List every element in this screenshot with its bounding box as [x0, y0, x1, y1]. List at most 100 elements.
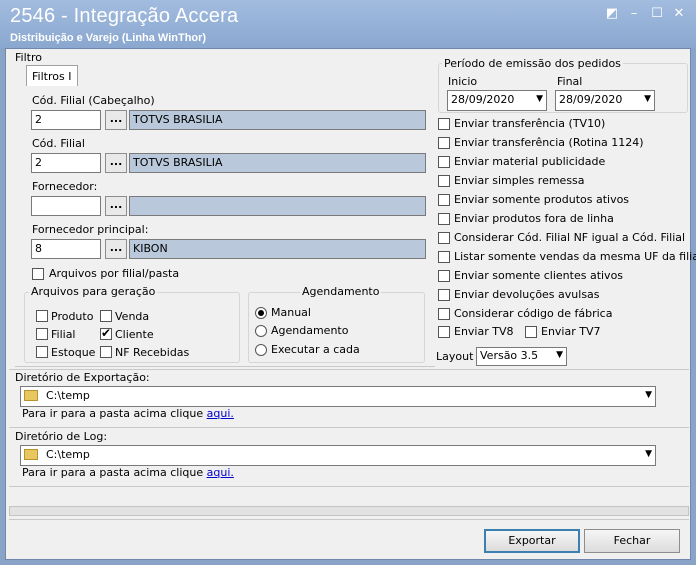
enviar-tv8-checkbox[interactable]: [438, 326, 450, 338]
fornecedor-principal-lookup-button[interactable]: ...: [105, 239, 127, 259]
layout-value: Versão 3.5: [480, 349, 539, 362]
dir-log-path: C:\temp: [46, 448, 90, 461]
nf-recebidas-label: NF Recebidas: [115, 346, 190, 359]
option-checkbox[interactable]: [438, 137, 450, 149]
fornecedor-input[interactable]: [31, 196, 101, 216]
filtro-group-label: Filtro: [15, 51, 42, 64]
cod-filial-input[interactable]: 2: [31, 153, 101, 173]
manual-radio[interactable]: [255, 307, 267, 319]
fornecedor-principal-label: Fornecedor principal:: [32, 223, 149, 236]
option-checkbox[interactable]: [438, 175, 450, 187]
nf-recebidas-checkbox[interactable]: [100, 346, 112, 358]
layout-select[interactable]: Versão 3.5 ▼: [476, 347, 567, 366]
fornecedor-principal-name: KIBON: [129, 239, 426, 259]
option-checkbox[interactable]: [438, 156, 450, 168]
cod-filial-name: TOTVS BRASILIA: [129, 153, 426, 173]
folder-icon: [24, 449, 38, 460]
final-date-value: 28/09/2020: [559, 93, 623, 106]
dir-export-hint-text: Para ir para a pasta acima clique: [22, 407, 204, 420]
minimize-button[interactable]: –: [625, 6, 643, 22]
fornecedor-name: [129, 196, 426, 216]
cod-filial-cab-input[interactable]: 2: [31, 110, 101, 130]
option-checkbox[interactable]: [438, 213, 450, 225]
option-label: Enviar transferência (Rotina 1124): [454, 136, 644, 149]
chevron-down-icon: ▼: [644, 94, 651, 104]
dir-export-open-link[interactable]: aqui.: [207, 407, 234, 420]
enviar-tv8-label: Enviar TV8: [454, 325, 514, 338]
final-label: Final: [557, 75, 583, 88]
option-checkbox[interactable]: [438, 289, 450, 301]
option-label: Enviar transferência (TV10): [454, 117, 606, 130]
cliente-checkbox[interactable]: [100, 326, 112, 340]
chevron-down-icon: ▼: [536, 94, 543, 104]
option-label: Enviar somente clientes ativos: [454, 269, 624, 282]
executar-a-cada-radio[interactable]: [255, 344, 267, 356]
final-date-picker[interactable]: 28/09/2020 ▼: [555, 90, 655, 111]
produto-checkbox[interactable]: [36, 310, 48, 322]
chevron-down-icon: ▼: [645, 449, 652, 459]
estoque-label: Estoque: [51, 346, 96, 359]
manual-label: Manual: [271, 306, 311, 319]
filial-checkbox[interactable]: [36, 328, 48, 340]
cod-filial-label: Cód. Filial: [32, 137, 85, 150]
enviar-tv7-checkbox[interactable]: [525, 326, 537, 338]
maximize-button[interactable]: ☐: [648, 6, 666, 22]
estoque-checkbox[interactable]: [36, 346, 48, 358]
window-title: 2546 - Integração Accera: [10, 5, 239, 27]
arquivos-geracao-label: Arquivos para geração: [29, 285, 158, 298]
folder-icon: [24, 390, 38, 401]
inicio-label: Inicio: [448, 75, 478, 88]
fornecedor-label: Fornecedor:: [32, 180, 98, 193]
arquivos-por-filial-label: Arquivos por filial/pasta: [49, 267, 180, 280]
option-label: Enviar produtos fora de linha: [454, 212, 614, 225]
fechar-button[interactable]: Fechar: [584, 529, 680, 553]
option-checkbox[interactable]: [438, 194, 450, 206]
option-checkbox[interactable]: [438, 251, 450, 263]
filial-label: Filial: [51, 328, 76, 341]
dir-log-label: Diretório de Log:: [15, 430, 108, 443]
divider: [9, 486, 689, 487]
inicio-date-value: 28/09/2020: [451, 93, 515, 106]
venda-checkbox[interactable]: [100, 310, 112, 322]
close-button[interactable]: ✕: [670, 6, 688, 22]
option-checkbox[interactable]: [438, 232, 450, 244]
agendamento-label: Agendamento: [300, 285, 382, 298]
divider: [9, 369, 689, 370]
chevron-down-icon: ▼: [556, 350, 563, 360]
inicio-date-picker[interactable]: 28/09/2020 ▼: [447, 90, 547, 111]
executar-a-cada-label: Executar a cada: [271, 343, 360, 356]
chevron-down-icon: ▼: [645, 390, 652, 400]
tab-label: Filtros I: [32, 70, 72, 83]
dir-log-hint: Para ir para a pasta acima clique aqui.: [22, 466, 234, 479]
dir-export-path: C:\temp: [46, 389, 90, 402]
option-checkbox[interactable]: [438, 270, 450, 282]
dir-log-open-link[interactable]: aqui.: [207, 466, 234, 479]
restore-icon[interactable]: ◩: [603, 6, 621, 22]
exportar-button[interactable]: Exportar: [484, 529, 580, 553]
dir-log-hint-text: Para ir para a pasta acima clique: [22, 466, 204, 479]
title-bar: 2546 - Integração Accera Distribuição e …: [0, 0, 696, 48]
filtro-divider: [15, 366, 435, 367]
dir-export-hint: Para ir para a pasta acima clique aqui.: [22, 407, 234, 420]
enviar-tv7-label: Enviar TV7: [541, 325, 601, 338]
produto-label: Produto: [51, 310, 94, 323]
layout-label: Layout: [436, 350, 474, 363]
arquivos-por-filial-checkbox[interactable]: [32, 268, 44, 280]
window-subtitle: Distribuição e Varejo (Linha WinThor): [10, 32, 207, 44]
cod-filial-cab-lookup-button[interactable]: ...: [105, 110, 127, 130]
dir-export-select[interactable]: C:\temp ▼: [20, 386, 656, 407]
tab-filtros-i[interactable]: Filtros I: [26, 65, 78, 86]
fornecedor-principal-input[interactable]: 8: [31, 239, 101, 259]
option-checkbox[interactable]: [438, 118, 450, 130]
dir-export-label: Diretório de Exportação:: [15, 371, 150, 384]
option-label: Enviar material publicidade: [454, 155, 606, 168]
divider: [9, 427, 689, 428]
fornecedor-lookup-button[interactable]: ...: [105, 196, 127, 216]
dir-log-select[interactable]: C:\temp ▼: [20, 445, 656, 466]
venda-label: Venda: [115, 310, 150, 323]
option-label: Enviar simples remessa: [454, 174, 585, 187]
agendamento-radio[interactable]: [255, 325, 267, 337]
option-checkbox[interactable]: [438, 308, 450, 320]
option-label: Enviar devoluções avulsas: [454, 288, 600, 301]
cod-filial-lookup-button[interactable]: ...: [105, 153, 127, 173]
